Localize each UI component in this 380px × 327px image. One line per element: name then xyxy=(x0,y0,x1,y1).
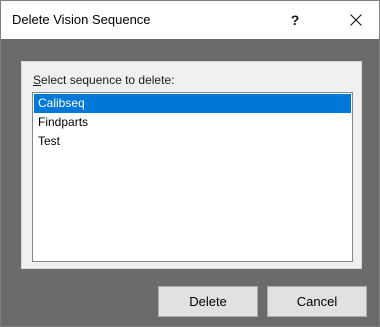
close-button[interactable] xyxy=(333,1,379,39)
list-item-test[interactable]: Test xyxy=(34,132,351,151)
title-bar[interactable]: Delete Vision Sequence ? xyxy=(1,1,379,39)
delete-button[interactable]: Delete xyxy=(158,286,258,317)
help-button[interactable]: ? xyxy=(277,1,313,39)
sequence-group: Select sequence to delete: Calibseq Find… xyxy=(21,61,362,269)
cancel-button[interactable]: Cancel xyxy=(267,286,367,317)
list-item-calibseq[interactable]: Calibseq xyxy=(34,94,351,113)
select-sequence-label-text: elect sequence to delete: xyxy=(41,73,175,87)
window-title: Delete Vision Sequence xyxy=(12,12,151,27)
select-sequence-label: Select sequence to delete: xyxy=(33,73,174,87)
select-sequence-label-mnemonic: S xyxy=(33,73,42,87)
list-item-findparts[interactable]: Findparts xyxy=(34,113,351,132)
sequence-listbox[interactable]: Calibseq Findparts Test xyxy=(32,92,353,262)
close-icon xyxy=(350,14,362,26)
delete-vision-sequence-dialog: Delete Vision Sequence ? Select sequence… xyxy=(0,0,380,327)
